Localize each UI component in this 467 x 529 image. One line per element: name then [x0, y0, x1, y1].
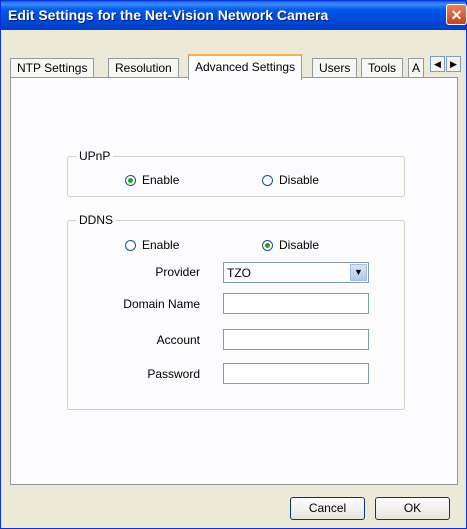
account-input[interactable] — [223, 329, 369, 350]
provider-select[interactable]: TZO ▼ — [223, 262, 369, 283]
upnp-disable-label: Disable — [279, 173, 320, 187]
scroll-right-icon[interactable]: ▶ — [446, 56, 461, 72]
ok-button[interactable]: OK — [375, 497, 450, 520]
tab-scroll: ◀ ▶ — [430, 56, 462, 73]
close-icon[interactable]: ✕ — [446, 4, 467, 25]
chevron-down-icon[interactable]: ▼ — [350, 264, 367, 281]
radio-unchecked-icon — [125, 239, 136, 251]
tab-tools[interactable]: Tools — [361, 58, 404, 78]
ddns-disable-label: Disable — [279, 238, 320, 252]
cancel-button[interactable]: Cancel — [290, 497, 365, 520]
tab-truncated[interactable]: A — [408, 58, 424, 78]
upnp-disable-radio[interactable]: Disable — [262, 173, 319, 187]
domain-name-label: Domain Name — [123, 297, 200, 311]
password-label: Password — [147, 367, 200, 381]
radio-checked-icon — [262, 239, 273, 251]
tab-advanced-settings[interactable]: Advanced Settings — [188, 54, 303, 80]
upnp-enable-radio[interactable]: Enable — [125, 173, 179, 187]
scroll-left-icon[interactable]: ◀ — [430, 56, 445, 72]
tab-users[interactable]: Users — [312, 58, 358, 78]
tab-ntp-settings[interactable]: NTP Settings — [10, 58, 95, 78]
radio-unchecked-icon — [262, 174, 273, 186]
upnp-group: UPnP Enable Disable — [67, 149, 405, 197]
provider-value: TZO — [227, 266, 251, 280]
password-input[interactable] — [223, 363, 369, 384]
account-label: Account — [156, 333, 200, 347]
window-title: Edit Settings for the Net-Vision Network… — [8, 7, 329, 23]
title-bar[interactable]: Edit Settings for the Net-Vision Network… — [1, 1, 467, 30]
ddns-disable-radio[interactable]: Disable — [262, 238, 319, 252]
radio-checked-icon — [125, 174, 136, 186]
tab-resolution[interactable]: Resolution — [108, 58, 179, 78]
upnp-group-title: UPnP — [76, 149, 114, 163]
ddns-group-title: DDNS — [76, 213, 117, 227]
ddns-enable-radio[interactable]: Enable — [125, 238, 179, 252]
advanced-settings-panel: UPnP Enable Disable DDNS Enable Disable … — [10, 77, 458, 485]
ddns-enable-label: Enable — [142, 238, 180, 252]
upnp-enable-label: Enable — [142, 173, 180, 187]
settings-dialog: Edit Settings for the Net-Vision Network… — [0, 0, 467, 529]
provider-label: Provider — [155, 265, 200, 279]
domain-name-input[interactable] — [223, 293, 369, 314]
ddns-group: DDNS Enable Disable Provider TZO ▼ Domai… — [67, 213, 405, 410]
